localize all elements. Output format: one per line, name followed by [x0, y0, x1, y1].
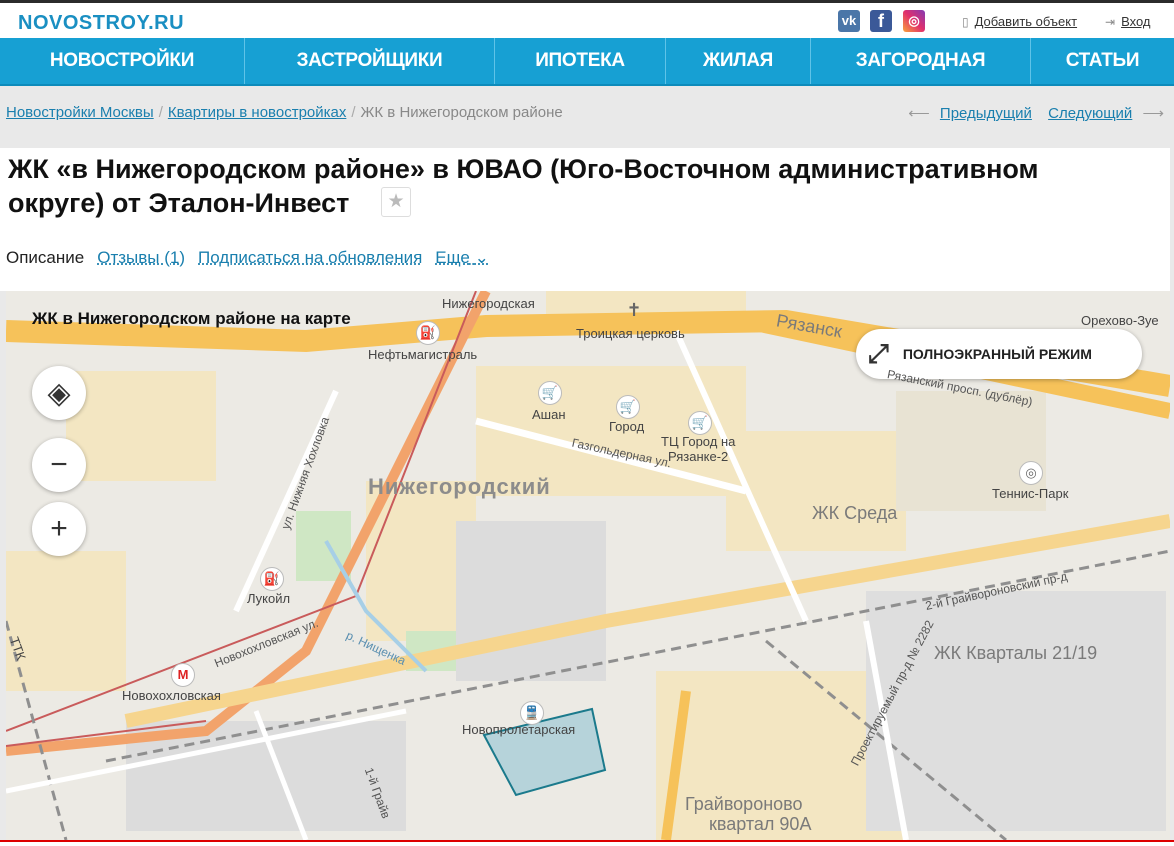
shop-icon[interactable]: 🛒: [538, 381, 562, 405]
nav-novostroyki[interactable]: НОВОСТРОЙКИ: [0, 38, 245, 84]
login-label: Вход: [1121, 14, 1151, 29]
map-label-zhk-kvartaly: ЖК Кварталы 21/19: [934, 643, 1098, 663]
map-label-ashan: Ашан: [532, 407, 566, 422]
nav-ipoteka[interactable]: ИПОТЕКА: [495, 38, 666, 84]
expand-icon: ⤢: [868, 338, 889, 368]
login-link[interactable]: ⇥ Вход: [1105, 14, 1150, 29]
gas-station-icon[interactable]: ⛽: [260, 567, 284, 591]
map-label-tennis: Теннис-Парк: [992, 486, 1069, 501]
favorite-star-icon[interactable]: ★: [381, 187, 411, 217]
main-nav: НОВОСТРОЙКИ ЗАСТРОЙЩИКИ ИПОТЕКА ЖИЛАЯ ЗА…: [0, 38, 1174, 86]
map-label-neftmagistral: Нефтьмагистраль: [368, 347, 478, 362]
map-label-zhk-sreda: ЖК Среда: [812, 503, 898, 523]
breadcrumb-current: ЖК в Нижегородском районе: [360, 104, 563, 121]
zoom-in-button[interactable]: +: [32, 502, 86, 556]
content-header: ЖК «в Нижегородском районе» в ЮВАО (Юго-…: [0, 148, 1170, 291]
map-label-district: Нижегородский: [368, 474, 551, 499]
nav-zagorodnaya[interactable]: ЗАГОРОДНАЯ: [811, 38, 1031, 84]
fullscreen-label: ПОЛНОЭКРАННЫЙ РЕЖИМ: [902, 346, 1092, 362]
document-icon: ▯: [962, 15, 969, 29]
train-station-icon[interactable]: 🚆: [520, 701, 544, 725]
tabs: Описание Отзывы (1) Подписаться на обнов…: [6, 248, 502, 268]
map-label-nizhegorodskaya: Нижегородская: [442, 296, 535, 311]
bottom-bar: [0, 840, 1174, 846]
map-title: ЖК в Нижегородском районе на карте: [32, 309, 351, 328]
login-icon: ⇥: [1105, 15, 1116, 29]
page-title: ЖК «в Нижегородском районе» в ЮВАО (Юго-…: [8, 154, 1039, 218]
tab-more-label: Еще: [435, 248, 470, 267]
breadcrumb: Новостройки Москвы / Квартиры в новостройк…: [6, 104, 563, 121]
tab-description[interactable]: Описание: [6, 248, 84, 268]
tab-reviews[interactable]: Отзывы (1): [97, 248, 185, 268]
layers-icon[interactable]: ◈: [32, 366, 86, 420]
map-label-grayvoronovo: Грайвороново: [685, 794, 803, 814]
nav-zastroyshchiki[interactable]: ЗАСТРОЙЩИКИ: [245, 38, 495, 84]
tennis-icon[interactable]: ◎: [1019, 461, 1043, 485]
pager: ⟵ Предыдущий Следующий ⟶: [908, 104, 1164, 122]
metro-icon[interactable]: M: [171, 663, 195, 687]
breadcrumb-novostroyki-moskvy[interactable]: Новостройки Москвы: [6, 104, 154, 121]
breadcrumb-separator: /: [158, 104, 163, 121]
top-bar: NOVOSTROY.RU vk f ◎ ▯ Добавить объект ⇥ Вх…: [0, 0, 1174, 38]
map-label-troitskaya: Троицкая церковь: [576, 326, 685, 341]
nav-zhilaya[interactable]: ЖИЛАЯ: [666, 38, 811, 84]
map-label-novokhokhlovskaya-station: Новохохловская: [122, 688, 221, 703]
map-label-novoproletarskaya: Новопролетарская: [462, 722, 576, 737]
prev-link[interactable]: Предыдущий: [940, 105, 1032, 122]
shop-icon[interactable]: 🛒: [688, 411, 712, 435]
map-label-tc-gorod-2: Рязанке-2: [668, 449, 729, 464]
chevron-down-icon: ⌄: [474, 248, 489, 267]
shop-icon[interactable]: 🛒: [616, 395, 640, 419]
map-label-lukoil: Лукойл: [247, 591, 291, 606]
breadcrumb-separator: /: [351, 104, 356, 121]
map-label-orekhovo: Орехово-Зуе: [1081, 313, 1159, 328]
arrow-left-icon: ⟵: [908, 105, 930, 122]
tab-subscribe[interactable]: Подписаться на обновления: [198, 248, 422, 268]
nav-stati[interactable]: СТАТЬИ: [1031, 38, 1174, 84]
map-label-kvartal: квартал 90А: [709, 814, 812, 834]
breadcrumb-kvartiry[interactable]: Квартиры в новостройках: [168, 104, 347, 121]
tab-more[interactable]: Еще ⌄: [435, 248, 489, 268]
zoom-out-button[interactable]: −: [32, 438, 86, 492]
site-logo[interactable]: NOVOSTROY.RU: [18, 12, 184, 35]
map-label-tc-gorod: ТЦ Город на: [661, 434, 736, 449]
map-label-gorod: Город: [609, 419, 645, 434]
add-object-label: Добавить объект: [974, 14, 1078, 29]
church-icon[interactable]: ✝: [622, 299, 646, 323]
gas-station-icon[interactable]: ⛽: [416, 321, 440, 345]
facebook-icon[interactable]: f: [870, 10, 892, 32]
instagram-icon[interactable]: ◎: [903, 10, 925, 32]
map[interactable]: ЖК в Нижегородском районе на карте ◈ − +…: [6, 291, 1170, 840]
next-link[interactable]: Следующий: [1048, 105, 1132, 122]
arrow-right-icon: ⟶: [1142, 105, 1164, 122]
vk-icon[interactable]: vk: [838, 10, 860, 32]
add-object-link[interactable]: ▯ Добавить объект: [962, 14, 1077, 29]
